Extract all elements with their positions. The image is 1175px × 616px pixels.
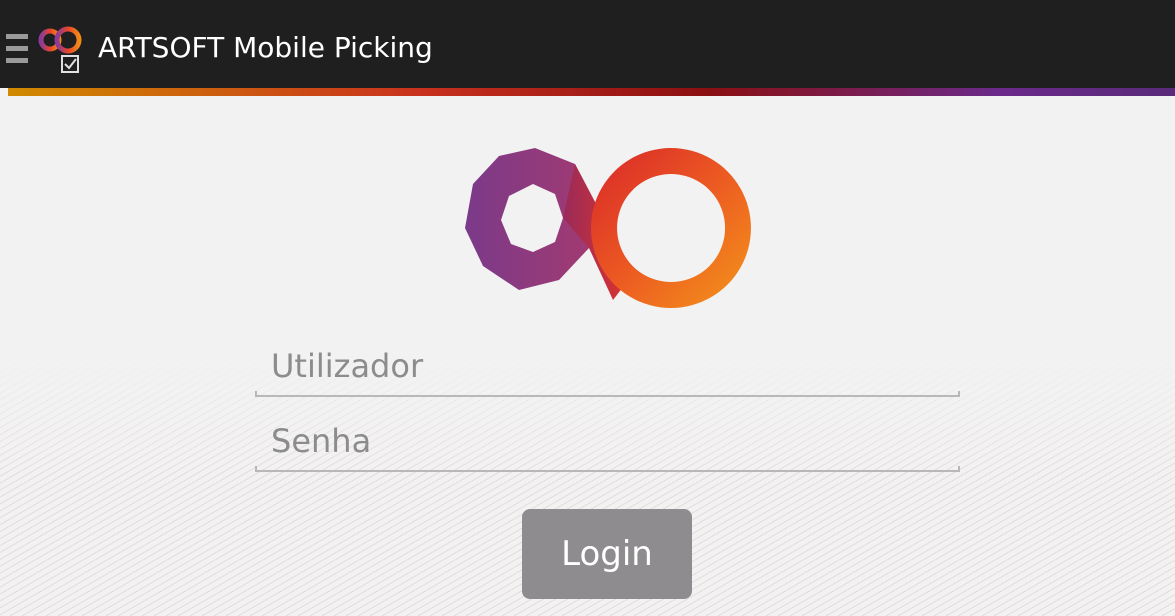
login-screen: Login bbox=[0, 96, 1175, 616]
artsoft-logo-icon[interactable] bbox=[36, 24, 88, 76]
username-underline bbox=[255, 395, 960, 397]
username-underline-left-tick bbox=[255, 391, 257, 397]
password-input[interactable] bbox=[271, 416, 951, 466]
password-underline-right-tick bbox=[958, 466, 960, 472]
password-underline-left-tick bbox=[255, 466, 257, 472]
username-underline-right-tick bbox=[958, 391, 960, 397]
action-bar: ARTSOFT Mobile Picking bbox=[0, 0, 1175, 88]
checkbox-icon bbox=[61, 55, 79, 73]
login-button[interactable]: Login bbox=[522, 509, 692, 599]
username-field[interactable] bbox=[255, 341, 960, 397]
infinity-logo bbox=[465, 148, 751, 308]
username-input[interactable] bbox=[271, 341, 951, 391]
password-underline bbox=[255, 470, 960, 472]
password-field[interactable] bbox=[255, 416, 960, 472]
menu-icon[interactable] bbox=[6, 34, 28, 64]
app-title: ARTSOFT Mobile Picking bbox=[98, 31, 433, 64]
accent-divider bbox=[8, 88, 1175, 96]
